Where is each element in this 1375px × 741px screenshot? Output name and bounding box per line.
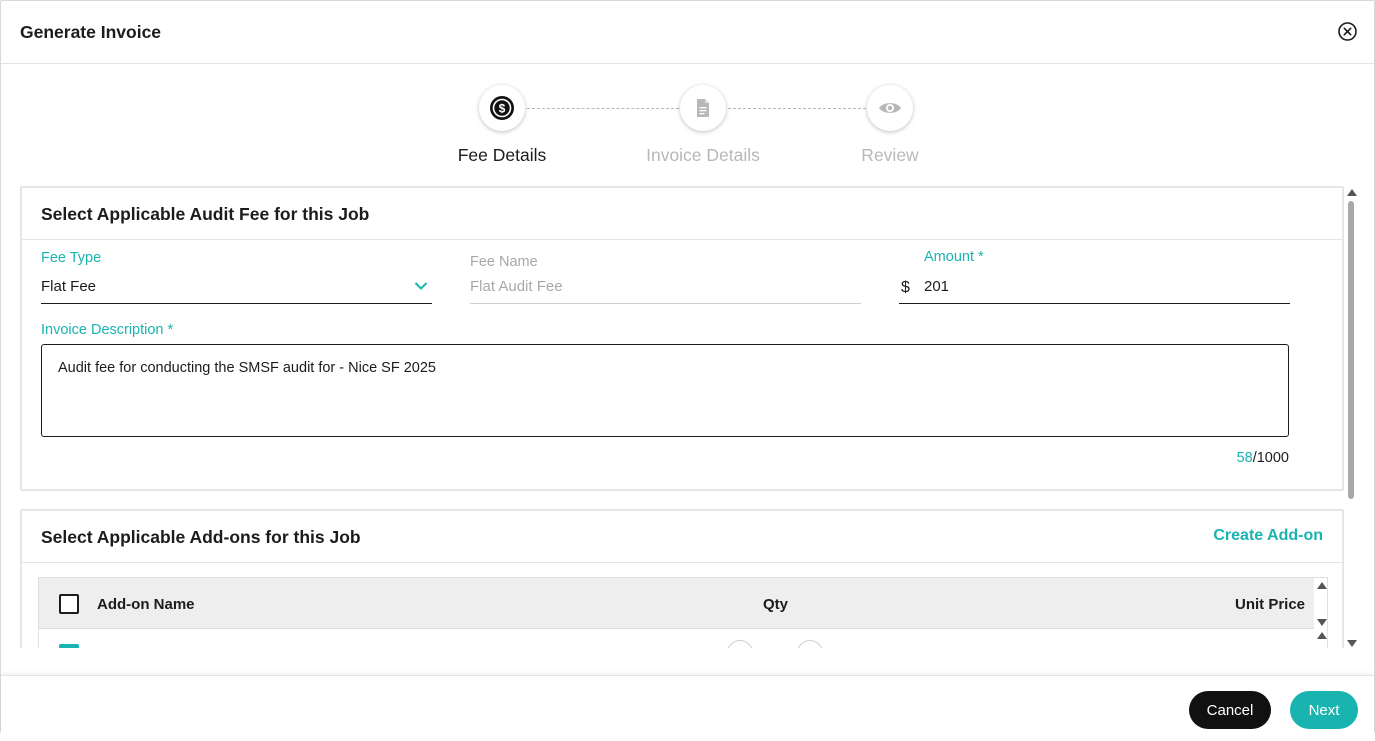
table-scroll-up-icon[interactable] xyxy=(1317,632,1327,639)
table-scrollbar[interactable] xyxy=(1316,578,1327,648)
qty-increment-button[interactable] xyxy=(797,640,823,648)
svg-text:$: $ xyxy=(499,102,506,116)
amount-underline xyxy=(899,303,1290,304)
character-counter: 58/1000 xyxy=(1172,450,1289,466)
dialog-title: Generate Invoice xyxy=(20,22,162,42)
close-icon[interactable] xyxy=(1337,21,1358,42)
step-label-fee-details: Fee Details xyxy=(457,145,547,165)
step-connector xyxy=(527,108,679,109)
step-invoice-details[interactable] xyxy=(680,85,726,131)
addon-row-checkbox[interactable] xyxy=(59,644,79,648)
scroll-up-icon[interactable] xyxy=(1347,189,1357,196)
eye-icon xyxy=(879,103,901,113)
dollar-coin-icon: $ xyxy=(490,96,514,120)
column-addon-name: Add-on Name xyxy=(97,596,195,613)
currency-symbol: $ xyxy=(901,279,910,296)
audit-fee-card-title: Select Applicable Audit Fee for this Job xyxy=(41,204,370,224)
document-icon xyxy=(697,99,709,117)
addons-card-title: Select Applicable Add-ons for this Job xyxy=(41,527,361,547)
scroll-thumb[interactable] xyxy=(1348,201,1354,499)
fee-type-value[interactable]: Flat Fee xyxy=(41,278,96,295)
fee-name-label: Fee Name xyxy=(470,254,538,270)
create-addon-link[interactable]: Create Add-on xyxy=(1213,527,1323,545)
audit-fee-card-header: Select Applicable Audit Fee for this Job xyxy=(22,188,1342,240)
addons-card: Select Applicable Add-ons for this Job C… xyxy=(20,509,1344,648)
fee-type-underline xyxy=(41,303,432,304)
dialog-footer: Cancel Next xyxy=(1,675,1374,734)
dialog-content[interactable]: Select Applicable Audit Fee for this Job… xyxy=(20,186,1356,648)
amount-input[interactable]: 201 xyxy=(924,278,949,295)
audit-fee-card: Select Applicable Audit Fee for this Job… xyxy=(20,186,1344,491)
chevron-down-icon[interactable] xyxy=(414,281,428,291)
step-label-review: Review xyxy=(861,145,919,165)
addons-table-header: Add-on Name Qty Unit Price xyxy=(39,578,1314,629)
amount-label: Amount * xyxy=(924,249,984,265)
table-scroll-down-icon[interactable] xyxy=(1317,619,1327,626)
addons-table: Add-on Name Qty Unit Price xyxy=(38,577,1328,648)
next-button[interactable]: Next xyxy=(1290,691,1358,729)
character-count: 58 xyxy=(1236,450,1253,466)
content-scrollbar[interactable] xyxy=(1346,187,1358,649)
fee-name-value: Flat Audit Fee xyxy=(470,278,563,295)
character-max: /1000 xyxy=(1252,450,1289,466)
qty-decrement-button[interactable] xyxy=(727,640,753,648)
dialog-header: Generate Invoice xyxy=(1,1,1374,64)
invoice-description-label: Invoice Description * xyxy=(41,322,174,338)
column-qty: Qty xyxy=(763,596,789,613)
invoice-description-textarea[interactable]: Audit fee for conducting the SMSF audit … xyxy=(41,344,1289,437)
invoice-stepper: $ Fee Details Invoice Details Review xyxy=(1,83,1374,173)
fee-type-label: Fee Type xyxy=(41,250,102,266)
column-unit-price: Unit Price xyxy=(1235,596,1306,613)
scroll-down-icon[interactable] xyxy=(1347,640,1357,647)
select-all-checkbox[interactable] xyxy=(59,594,79,614)
step-fee-details[interactable]: $ xyxy=(479,85,525,131)
generate-invoice-dialog: Generate Invoice $ Fee Details Invoice D… xyxy=(0,0,1375,734)
step-label-invoice-details: Invoice Details xyxy=(646,145,760,165)
fee-name-underline xyxy=(470,303,861,304)
cancel-button[interactable]: Cancel xyxy=(1189,691,1271,729)
step-review[interactable] xyxy=(867,85,913,131)
step-connector xyxy=(728,108,866,109)
addons-card-header: Select Applicable Add-ons for this Job C… xyxy=(22,511,1342,563)
table-scroll-up-icon[interactable] xyxy=(1317,582,1327,589)
